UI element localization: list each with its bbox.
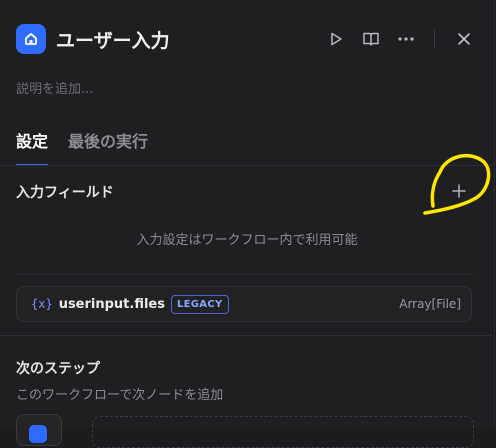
node-settings-panel: ユーザー入力 説明を追加... 設定 最後の実行 入力フィールド 入力設定はワー… [0,0,495,448]
play-icon[interactable] [322,25,350,53]
node-title[interactable]: ユーザー入力 [56,26,170,53]
legacy-badge: LEGACY [170,294,229,314]
add-field-button[interactable] [448,180,470,202]
input-fields-empty-message: 入力設定はワークフロー内で利用可能 [136,233,358,248]
next-step-subtitle: このワークフローで次ノードを追加 [16,388,224,403]
section-divider [0,335,492,336]
panel-header: ユーザー入力 [16,22,478,56]
add-next-node-slot[interactable] [92,416,474,448]
tab-last-run[interactable]: 最後の実行 [68,128,148,166]
output-variable-row[interactable]: {x} userinput.files LEGACY Array[File] [16,286,472,322]
plus-icon [452,184,466,198]
header-separator [434,30,435,48]
description-input[interactable]: 説明を追加... [16,78,93,97]
input-fields-title: 入力フィールド [16,185,114,201]
variable-name: userinput.files [58,296,165,312]
book-icon[interactable] [357,25,385,53]
tab-settings[interactable]: 設定 [16,128,49,166]
variable-icon: {x} [31,297,53,311]
home-icon [16,24,46,54]
variable-type: Array[File] [399,297,461,311]
next-step-title: 次のステップ [16,361,100,377]
current-node-icon [16,414,62,446]
more-icon[interactable] [392,25,420,53]
close-icon[interactable] [450,25,478,53]
header-actions [315,25,478,53]
tabs-divider [0,165,492,166]
tab-bar: 設定 最後の実行 [16,128,168,166]
section-divider [16,274,474,275]
